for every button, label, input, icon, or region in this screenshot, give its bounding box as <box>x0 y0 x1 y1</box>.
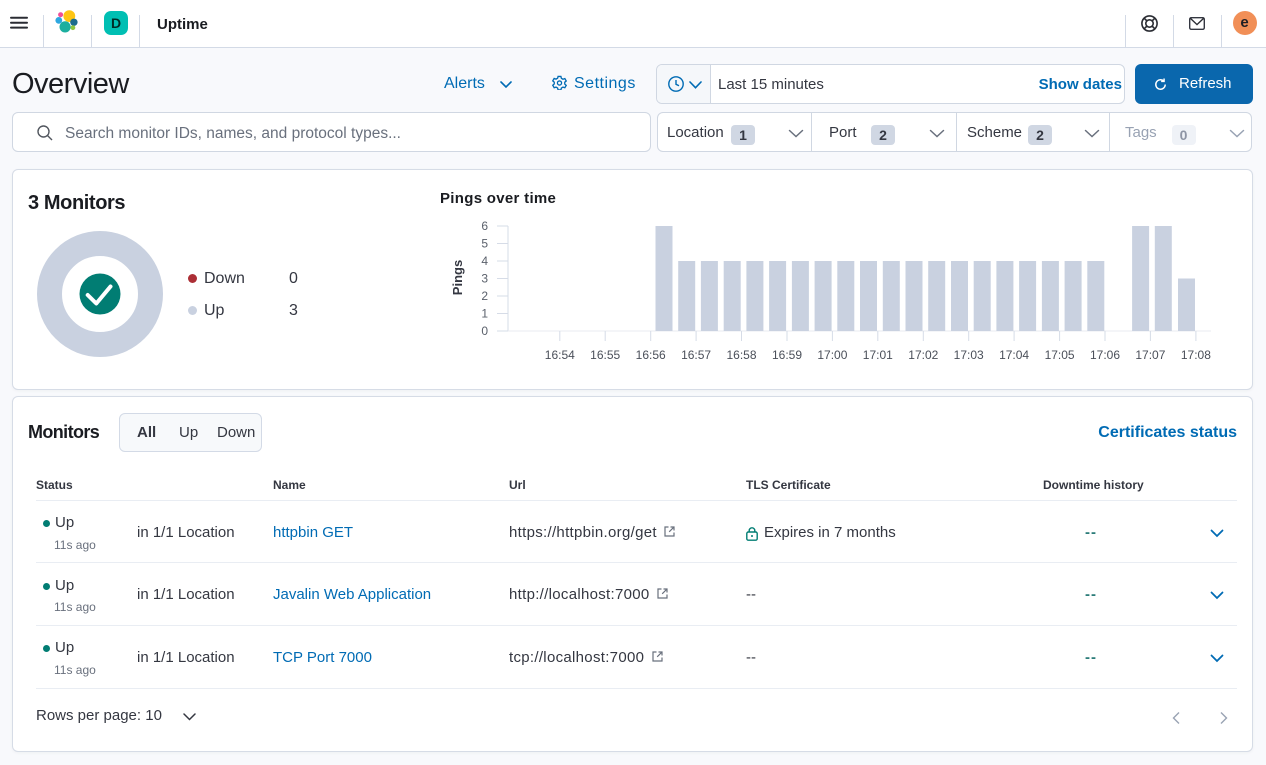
svg-text:1: 1 <box>481 307 488 321</box>
svg-text:17:04: 17:04 <box>999 348 1029 362</box>
svg-text:17:07: 17:07 <box>1135 348 1165 362</box>
svg-text:16:55: 16:55 <box>590 348 620 362</box>
svg-text:17:08: 17:08 <box>1181 348 1211 362</box>
svg-text:16:57: 16:57 <box>681 348 711 362</box>
svg-text:17:03: 17:03 <box>954 348 984 362</box>
svg-text:16:58: 16:58 <box>726 348 756 362</box>
svg-text:5: 5 <box>481 237 488 251</box>
svg-text:6: 6 <box>481 219 488 233</box>
svg-text:16:54: 16:54 <box>545 348 575 362</box>
svg-text:2: 2 <box>481 289 488 303</box>
svg-text:17:01: 17:01 <box>863 348 893 362</box>
svg-text:17:05: 17:05 <box>1045 348 1075 362</box>
svg-text:16:59: 16:59 <box>772 348 802 362</box>
svg-text:16:56: 16:56 <box>636 348 666 362</box>
svg-text:0: 0 <box>481 324 488 338</box>
svg-text:17:02: 17:02 <box>908 348 938 362</box>
svg-text:17:00: 17:00 <box>817 348 847 362</box>
svg-text:17:06: 17:06 <box>1090 348 1120 362</box>
svg-text:4: 4 <box>481 254 488 268</box>
svg-text:3: 3 <box>481 272 488 286</box>
